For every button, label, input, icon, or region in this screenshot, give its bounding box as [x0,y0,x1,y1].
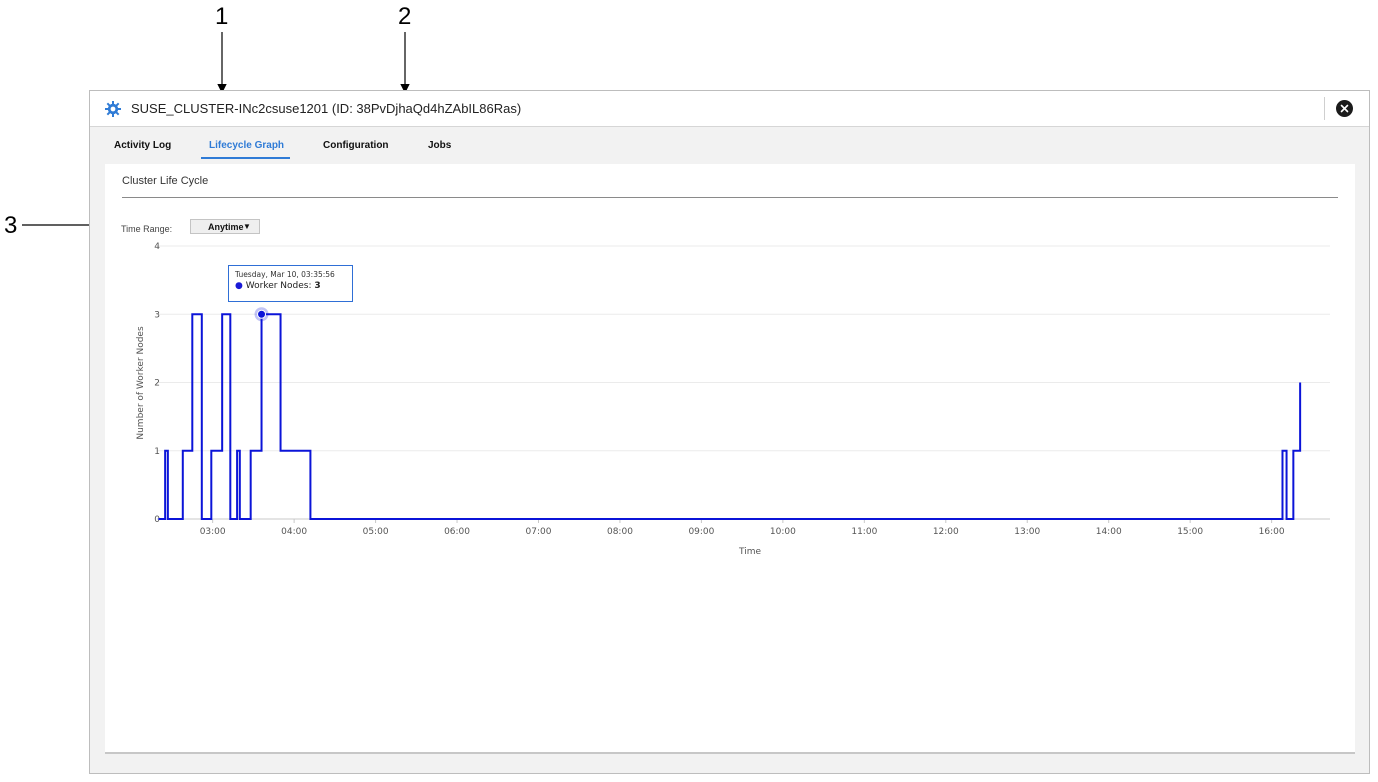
tooltip-series-name: Worker Nodes [245,281,309,291]
x-tick-label: 13:00 [1014,527,1040,537]
y-tick-label: 4 [154,242,160,252]
active-tab-indicator [201,157,290,159]
worker-nodes-chart: 01234 03:00 04:00 05:00 06:00 07:00 08:00 09:0… [136,242,1330,557]
x-tick-label: 14:00 [1096,527,1122,537]
tab-lifecycle-graph[interactable]: Lifecycle Graph [209,140,284,151]
x-tick-label: 10:00 [770,527,796,537]
tab-configuration[interactable]: Configuration [323,140,389,151]
series-line-worker-nodes [158,313,1302,520]
window-title: SUSE_CLUSTER-INc2csuse1201 (ID: 38PvDjha… [131,101,522,116]
x-tick-label: 08:00 [607,527,633,537]
x-tick-label: 04:00 [281,527,307,537]
chart-tooltip: Tuesday, Mar 10, 03:35:56 ● Worker Nodes… [228,265,353,302]
close-button[interactable] [1336,100,1353,117]
callout-2-label: 2 [398,3,412,30]
tooltip-row: ● Worker Nodes: 3 [235,281,321,291]
tooltip-value: 3 [314,281,321,291]
x-tick-label: 07:00 [526,527,552,537]
y-tick-label: 1 [154,447,160,457]
series-marker-icon: ● [235,281,243,291]
x-tick-label: 15:00 [1177,527,1203,537]
x-tick-label: 12:00 [933,527,959,537]
x-tick-label: 05:00 [363,527,389,537]
highlight-point[interactable] [257,309,267,319]
window-titlebar: SUSE_CLUSTER-INc2csuse1201 (ID: 38PvDjha… [90,91,1369,127]
tab-jobs[interactable]: Jobs [428,140,451,151]
x-axis-title: Time [738,547,761,557]
x-tick-label: 06:00 [444,527,470,537]
cluster-details-window: SUSE_CLUSTER-INc2csuse1201 (ID: 38PvDjha… [89,90,1370,774]
lifecycle-panel: Cluster Life Cycle Time Range: Anytime ▼… [105,164,1355,754]
y-tick-label: 3 [154,310,160,320]
cluster-gear-icon [104,100,122,118]
x-tick-label: 11:00 [851,527,877,537]
y-tick-label: 2 [154,379,160,389]
titlebar-divider [1324,97,1325,120]
tab-activity-log[interactable]: Activity Log [114,140,171,151]
close-icon [1340,104,1349,113]
callout-3-label: 3 [4,212,18,239]
x-tick-label: 16:00 [1259,527,1285,537]
callout-1-label: 1 [215,3,229,30]
x-tick-label: 09:00 [688,527,714,537]
x-tick-label: 03:00 [200,527,226,537]
tooltip-date: Tuesday, Mar 10, 03:35:56 [235,270,335,279]
y-axis-title: Number of Worker Nodes [136,326,146,440]
